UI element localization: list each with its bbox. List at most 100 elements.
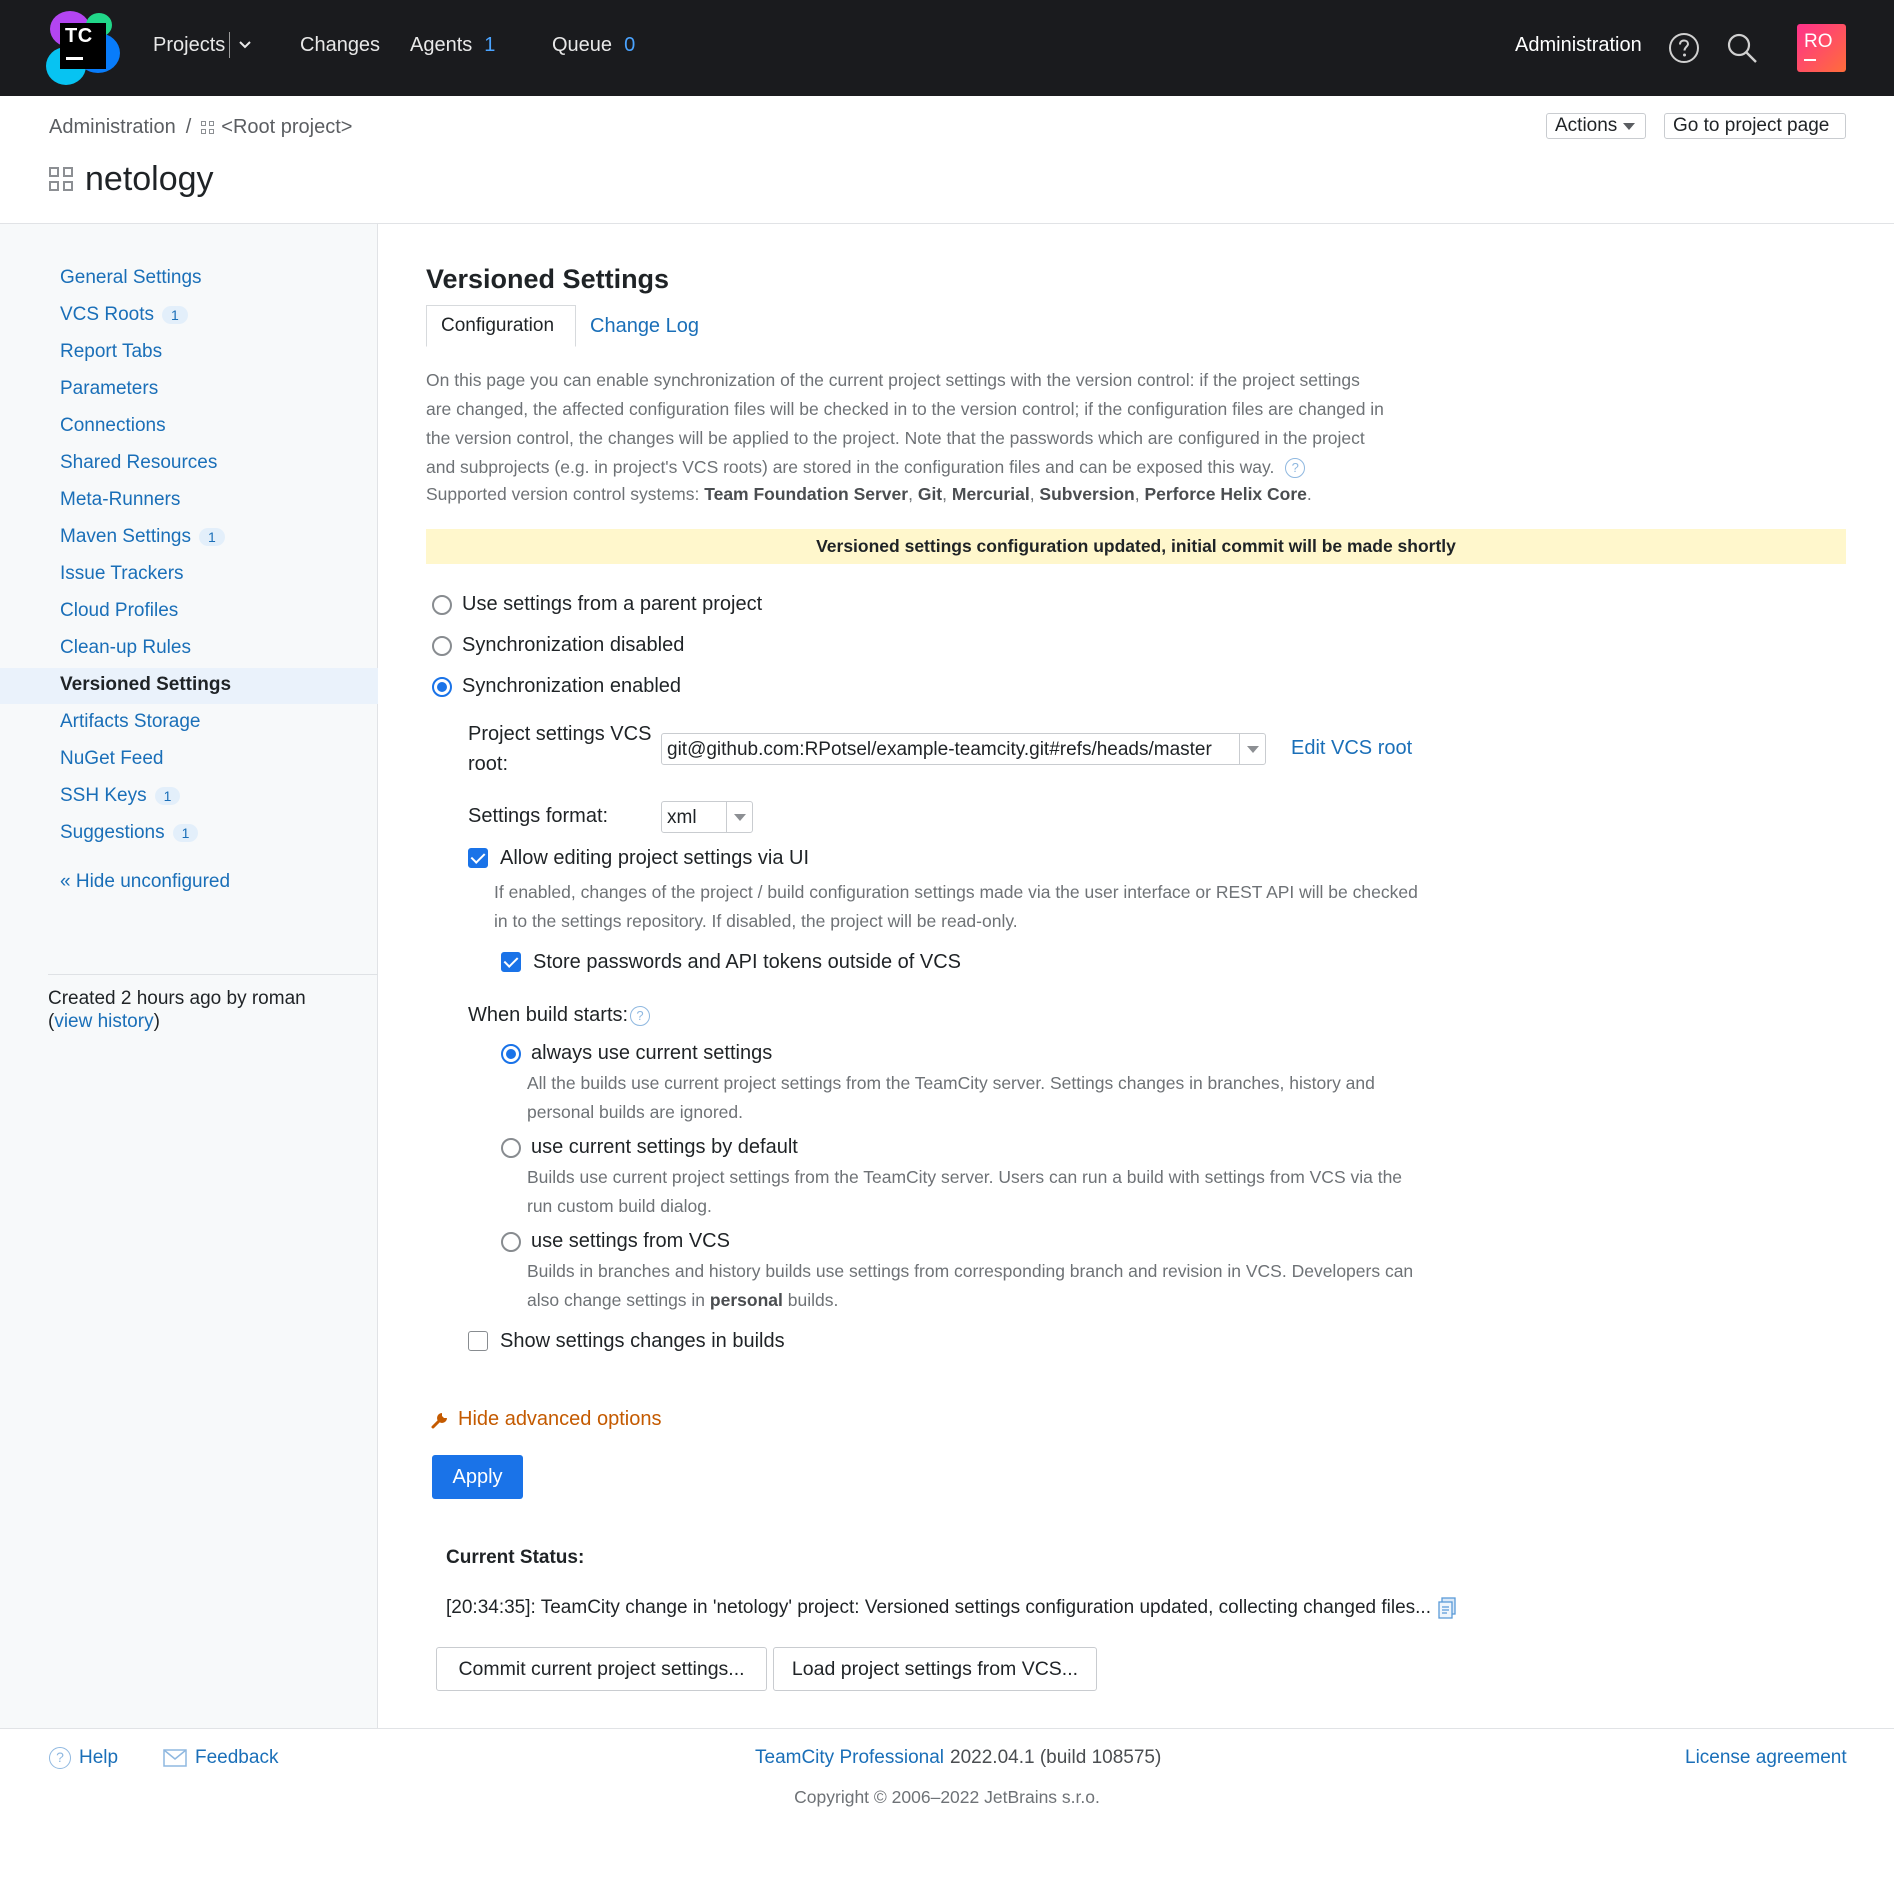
sidebar-item-issue-trackers[interactable]: Issue Trackers (60, 563, 184, 585)
administration-link[interactable]: Administration (1515, 34, 1642, 57)
tab-change-log[interactable]: Change Log (576, 305, 713, 347)
store-passwords-checkbox[interactable] (501, 952, 521, 972)
sidebar-item-label: Maven Settings (60, 526, 191, 547)
nav-queue-label: Queue (552, 34, 613, 56)
sidebar-item-meta-runners[interactable]: Meta-Runners (60, 489, 180, 511)
radio-label: Synchronization disabled (462, 634, 685, 656)
sidebar-item-shared-resources[interactable]: Shared Resources (60, 452, 217, 474)
page-title: netology (49, 160, 214, 199)
sidebar-item-label: Versioned Settings (60, 674, 232, 695)
edit-vcs-root-link[interactable]: Edit VCS root (1291, 737, 1412, 760)
nav-projects[interactable]: Projects (153, 34, 225, 57)
nav-separator (229, 32, 230, 58)
sidebar-item-maven-settings[interactable]: Maven Settings 1 (60, 526, 225, 548)
breadcrumb: Administration / <Root project> (49, 116, 352, 139)
sidebar-item-label: Artifacts Storage (60, 711, 201, 732)
footer-feedback[interactable]: Feedback (163, 1747, 278, 1769)
sidebar-item-label: General Settings (60, 267, 202, 288)
actions-dropdown[interactable]: Actions (1546, 113, 1646, 139)
footer-help[interactable]: ? Help (49, 1747, 118, 1769)
view-history-link[interactable]: view history (54, 1011, 153, 1032)
hide-advanced-options-link[interactable]: Hide advanced options (430, 1408, 661, 1431)
sidebar-item-nuget-feed[interactable]: NuGet Feed (60, 748, 164, 770)
radio-sync-enabled[interactable] (432, 677, 452, 697)
chevron-down-icon[interactable] (238, 38, 252, 52)
apply-button[interactable]: Apply (432, 1455, 523, 1499)
search-icon[interactable] (1726, 32, 1758, 64)
sidebar-item-artifacts-storage[interactable]: Artifacts Storage (60, 711, 200, 733)
vcs-root-select[interactable]: git@github.com:RPotsel/example-teamcity.… (661, 733, 1266, 765)
agents-count: 1 (484, 34, 496, 56)
show-changes-label: Show settings changes in builds (500, 1330, 785, 1352)
copy-log-icon[interactable] (1437, 1597, 1457, 1619)
build-option-label: use settings from VCS (531, 1230, 730, 1252)
nav-agents[interactable]: Agents 1 (410, 34, 495, 57)
radio-label: Synchronization enabled (462, 675, 682, 697)
wrench-icon (431, 1412, 447, 1428)
help-icon[interactable]: ? (630, 1006, 650, 1026)
breadcrumb-root-project[interactable]: <Root project> (221, 116, 352, 139)
sidebar-item-suggestions[interactable]: Suggestions 1 (60, 822, 199, 844)
breadcrumb-separator: / (185, 116, 192, 138)
feedback-link[interactable]: Feedback (195, 1747, 278, 1769)
footer-license[interactable]: License agreement (1685, 1747, 1847, 1769)
footer-divider (0, 1728, 1894, 1729)
breadcrumb-administration[interactable]: Administration (49, 116, 176, 139)
tab-configuration[interactable]: Configuration (426, 305, 576, 347)
store-passwords-label: Store passwords and API tokens outside o… (533, 951, 962, 973)
go-to-project-page-button[interactable]: Go to project page (1664, 113, 1846, 139)
footer-version: TeamCity Professional 2022.04.1 (build 1… (755, 1747, 1161, 1769)
sidebar-item-connections[interactable]: Connections (60, 415, 166, 437)
help-icon: ? (49, 1747, 71, 1769)
dropdown-arrow-icon (726, 802, 752, 832)
allow-editing-checkbox[interactable] (468, 848, 488, 868)
radio-sync-disabled[interactable] (432, 636, 452, 656)
vcs-root-label-cont: root: (468, 753, 509, 775)
nav-queue[interactable]: Queue 0 (552, 34, 635, 57)
help-link[interactable]: Help (79, 1747, 118, 1769)
project-grid-icon (201, 120, 215, 135)
count-badge: 1 (161, 306, 188, 324)
sidebar-item-label: Suggestions (60, 822, 165, 843)
sidebar-item-report-tabs[interactable]: Report Tabs (60, 341, 162, 363)
nav-changes[interactable]: Changes (300, 34, 380, 57)
sidebar-item-vcs-roots[interactable]: VCS Roots 1 (60, 304, 188, 326)
sidebar-item-label: Clean-up Rules (60, 637, 191, 658)
avatar-initials: RO (1804, 31, 1833, 52)
desc-text: Builds in branches and history builds us… (527, 1261, 1414, 1310)
commit-settings-button[interactable]: Commit current project settings... (436, 1647, 767, 1691)
sidebar-item-general-settings[interactable]: General Settings (60, 267, 202, 289)
top-navigation-bar: TC Projects Changes Agents 1 Queue 0 Admin… (0, 0, 1894, 96)
show-changes-checkbox[interactable] (468, 1331, 488, 1351)
sidebar-item-clean-up-rules[interactable]: Clean-up Rules (60, 637, 191, 659)
sidebar-item-parameters[interactable]: Parameters (60, 378, 158, 400)
load-settings-button[interactable]: Load project settings from VCS... (773, 1647, 1097, 1691)
radio-current-settings-default[interactable] (501, 1138, 521, 1158)
allow-editing-label: Allow editing project settings via UI (500, 847, 810, 869)
product-link[interactable]: TeamCity Professional (755, 1747, 944, 1769)
sidebar-item-versioned-settings[interactable]: Versioned Settings (60, 674, 231, 696)
vcs-root-value: git@github.com:RPotsel/example-teamcity.… (667, 739, 1212, 760)
created-text: Created 2 hours ago by roman (48, 988, 306, 1009)
radio-settings-from-vcs[interactable] (501, 1232, 521, 1252)
settings-format-label: Settings format: (468, 805, 609, 827)
build-option-description: Builds use current project settings from… (527, 1167, 1403, 1216)
sidebar-item-ssh-keys[interactable]: SSH Keys 1 (60, 785, 181, 807)
count-badge: 1 (172, 824, 199, 842)
sidebar-item-label: Parameters (60, 378, 159, 399)
hide-unconfigured-link[interactable]: « Hide unconfigured (60, 871, 230, 893)
hide-advanced-label: Hide advanced options (458, 1408, 662, 1430)
user-avatar[interactable]: RO (1797, 24, 1846, 72)
radio-always-current-settings[interactable] (501, 1044, 521, 1064)
radio-use-parent-settings[interactable] (432, 595, 452, 615)
description-text: On this page you can enable synchronizat… (426, 370, 1384, 477)
sidebar-divider (48, 974, 378, 975)
teamcity-logo[interactable]: TC (46, 11, 120, 85)
help-icon[interactable] (1668, 32, 1700, 64)
sidebar-item-label: VCS Roots (60, 304, 154, 325)
sidebar-item-cloud-profiles[interactable]: Cloud Profiles (60, 600, 178, 622)
sidebar-item-label: Shared Resources (60, 452, 218, 473)
settings-format-select[interactable]: xml (661, 801, 753, 833)
license-link[interactable]: License agreement (1685, 1747, 1847, 1769)
help-icon[interactable]: ? (1285, 458, 1306, 479)
